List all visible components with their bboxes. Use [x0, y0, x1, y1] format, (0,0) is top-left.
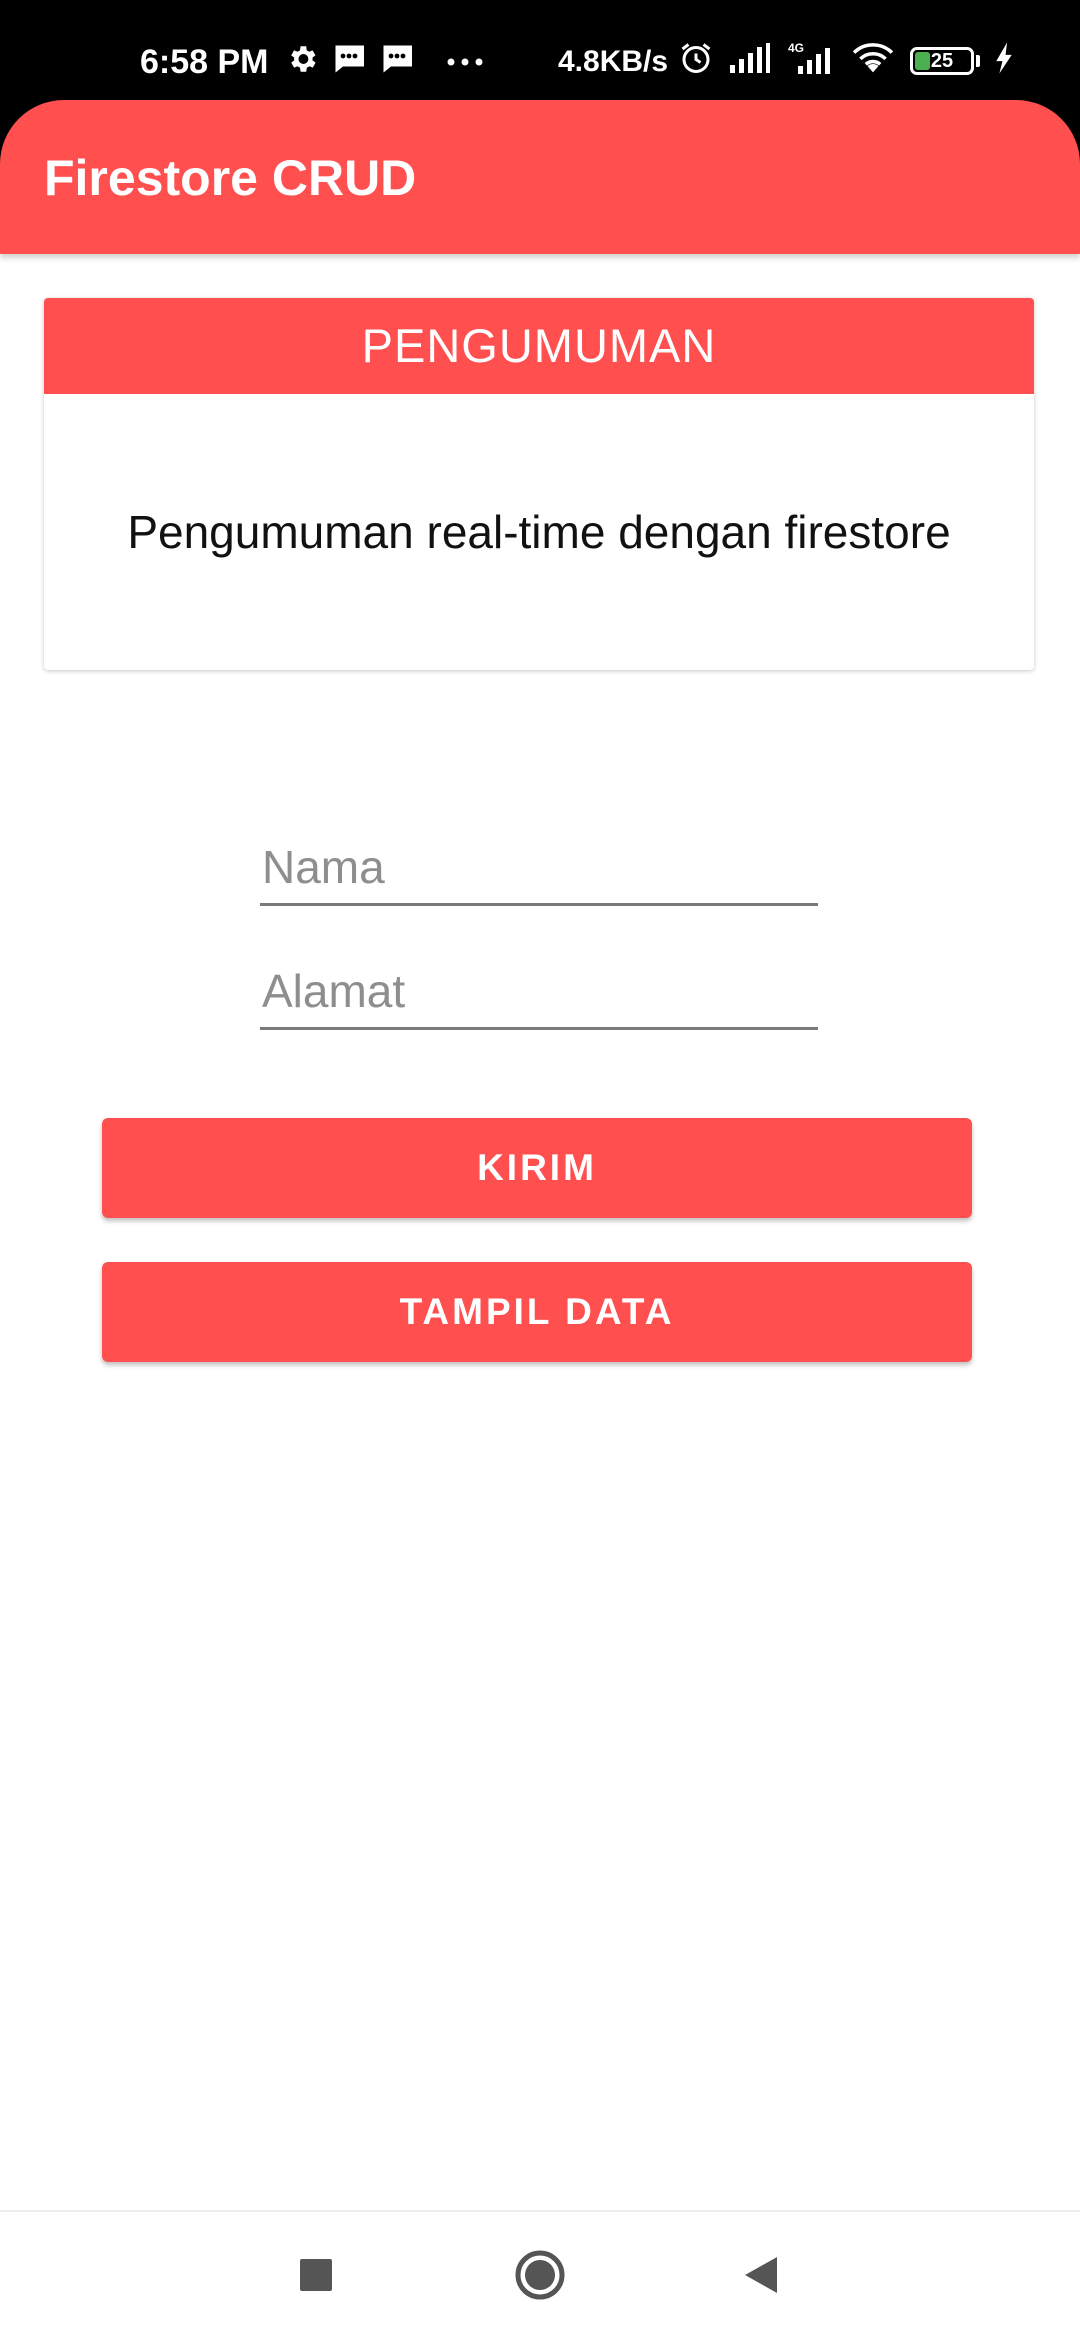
recent-apps-button[interactable] [281, 2242, 351, 2312]
status-time: 6:58 PM [140, 43, 269, 81]
message-icon [379, 42, 415, 81]
announcement-header: PENGUMUMAN [44, 298, 1034, 394]
signal-4g-icon: 4G [786, 40, 836, 81]
notification-icons [285, 42, 485, 81]
battery-cap [976, 54, 980, 67]
announcement-text: Pengumuman real-time dengan firestore [127, 506, 951, 558]
app-title: Firestore CRUD [44, 150, 417, 206]
home-button[interactable] [505, 2242, 575, 2312]
announcement-body: Pengumuman real-time dengan firestore [44, 394, 1034, 670]
status-bar: 6:58 PM 4.8KB/s 4G 25 [0, 0, 1080, 100]
more-dots-icon [445, 42, 485, 81]
network-speed: 4.8KB/s [558, 45, 669, 78]
home-icon [514, 2249, 566, 2306]
svg-text:4G: 4G [788, 41, 804, 55]
charging-icon [994, 41, 1014, 80]
message-icon [331, 42, 367, 81]
signal-icon [728, 41, 772, 80]
back-icon [743, 2255, 779, 2300]
app-bar: Firestore CRUD [0, 100, 1080, 254]
wifi-icon [850, 40, 896, 81]
battery-level: 25 [930, 49, 954, 72]
tampil-data-button[interactable]: TAMPIL DATA [102, 1262, 972, 1362]
kirim-button[interactable]: KIRIM [102, 1118, 972, 1218]
battery-icon: 25 [910, 46, 974, 75]
announcement-card: PENGUMUMAN Pengumuman real-time dengan f… [44, 298, 1034, 670]
alamat-input[interactable] [260, 960, 818, 1030]
alarm-icon [678, 40, 714, 81]
system-icons: 4G 25 [678, 40, 1014, 81]
navigation-bar [0, 2210, 1080, 2340]
main-content: PENGUMUMAN Pengumuman real-time dengan f… [0, 254, 1080, 2210]
back-button[interactable] [726, 2242, 796, 2312]
gear-icon [285, 42, 319, 81]
recent-apps-icon [299, 2258, 333, 2297]
nama-input[interactable] [260, 836, 818, 906]
